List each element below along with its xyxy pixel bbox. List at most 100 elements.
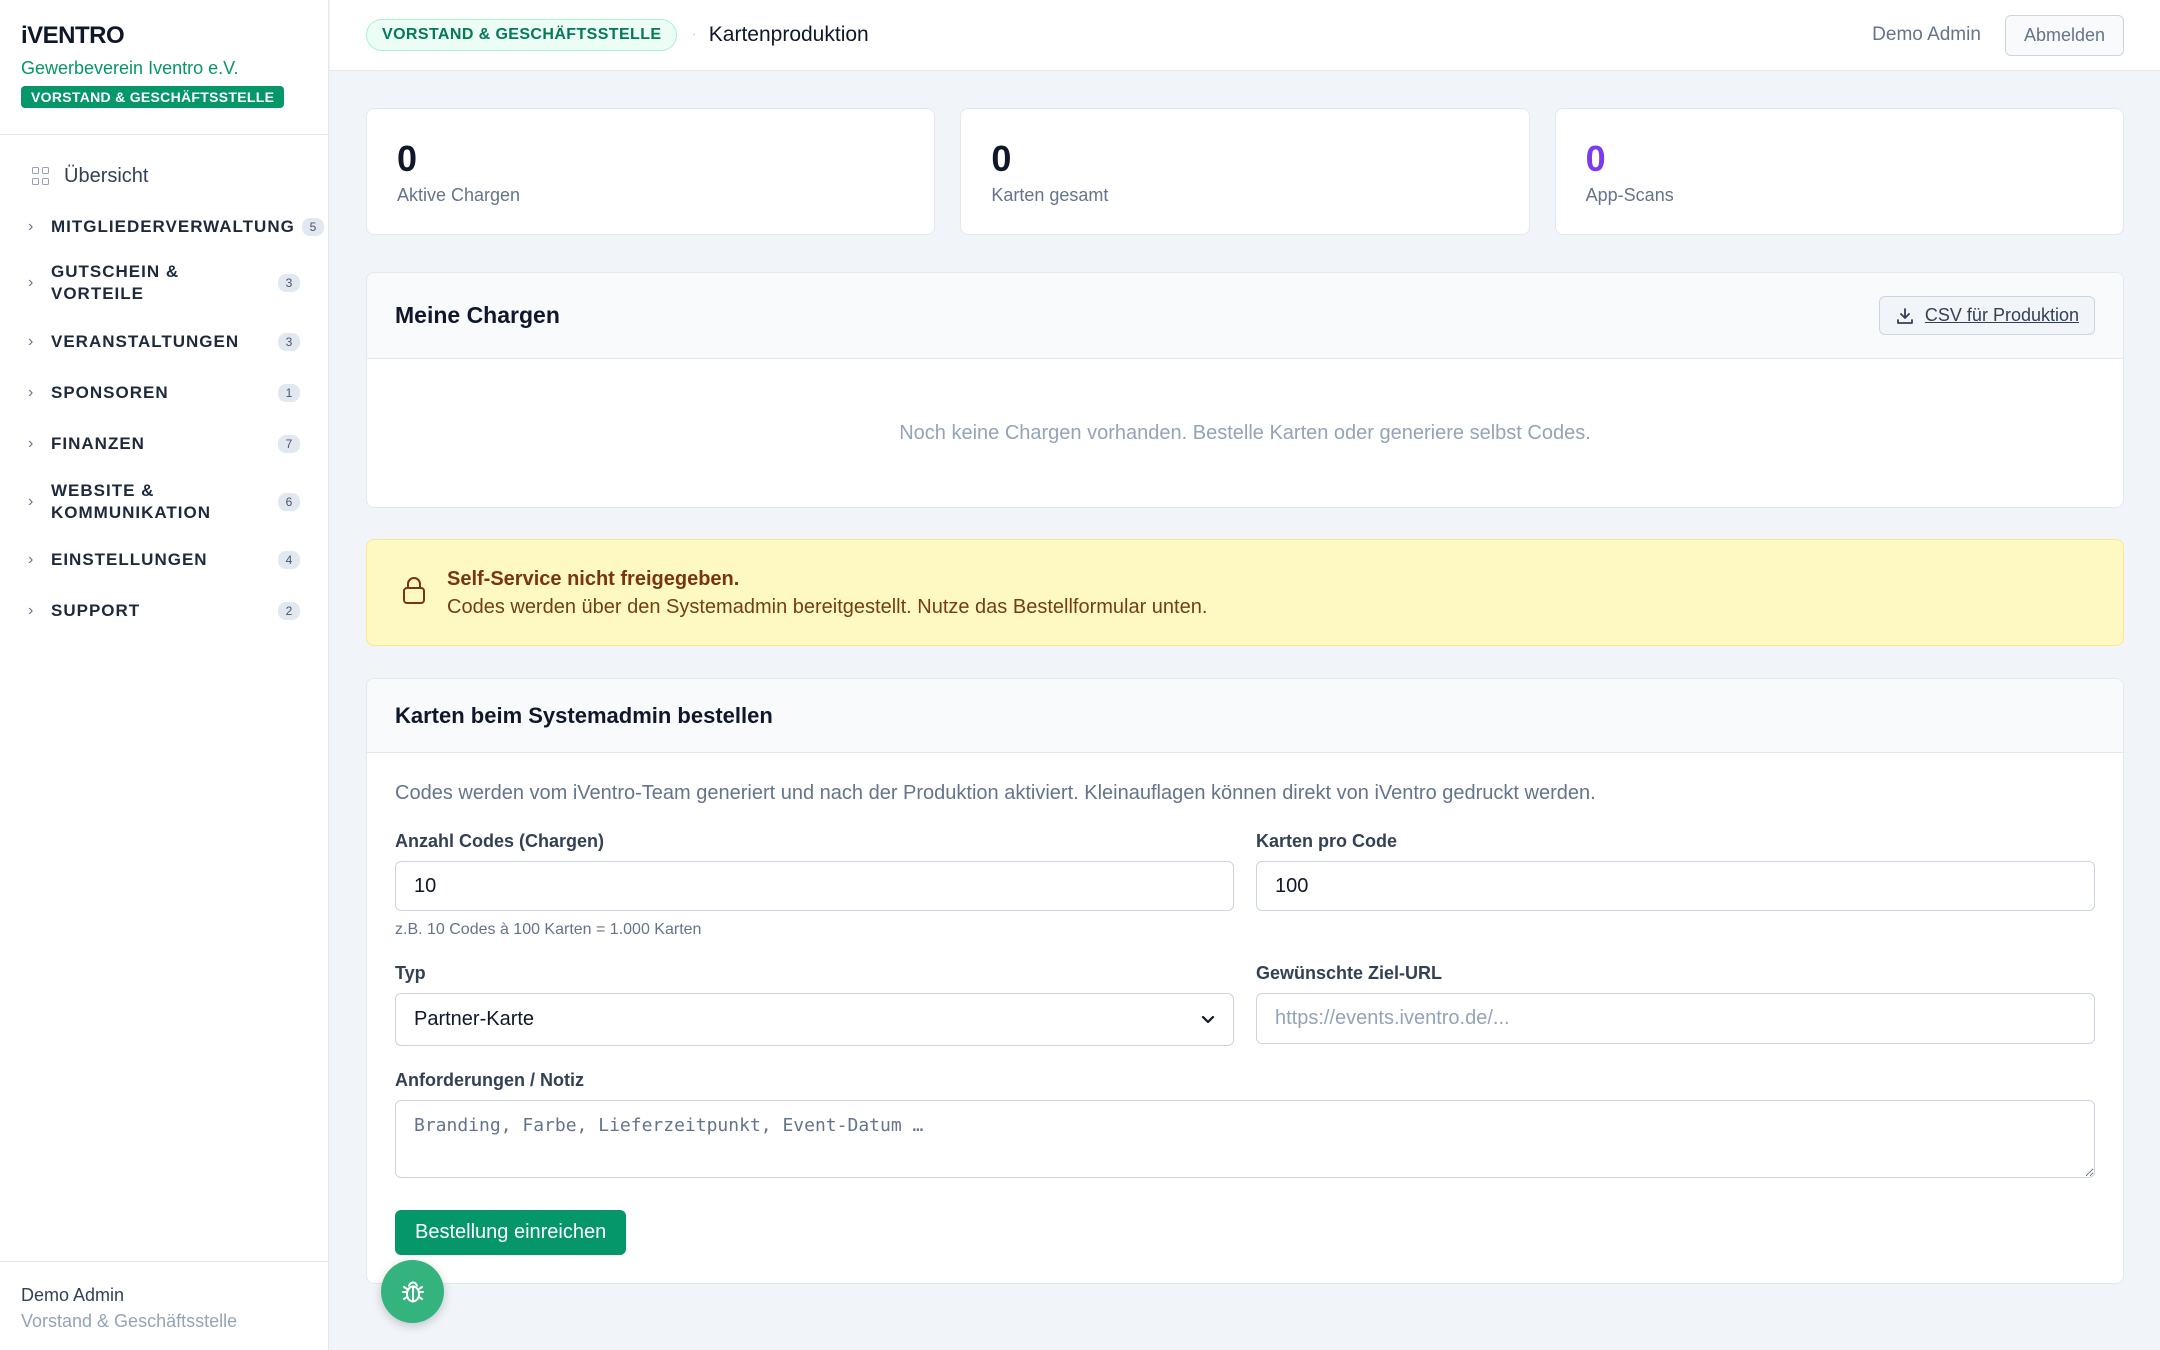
- form-group-codes: Anzahl Codes (Chargen) z.B. 10 Codes à 1…: [395, 829, 1234, 939]
- role-pill: VORSTAND & GESCHÄFTSSTELLE: [366, 19, 678, 51]
- note-textarea[interactable]: [395, 1100, 2095, 1178]
- submit-order-button[interactable]: Bestellung einreichen: [395, 1210, 627, 1255]
- count-badge: 2: [278, 602, 300, 620]
- form-group-cards-per-code: Karten pro Code: [1256, 829, 2095, 939]
- chevron-right-icon: ›: [28, 435, 35, 452]
- chevron-right-icon: ›: [28, 602, 35, 619]
- target-url-input[interactable]: [1256, 993, 2095, 1044]
- sidebar-group-label: EINSTELLUNGEN: [51, 550, 208, 569]
- organization-name: Gewerbeverein Iventro e.V.: [21, 58, 239, 78]
- sidebar-group-label: FINANZEN: [51, 434, 145, 453]
- empty-state: Noch keine Chargen vorhanden. Bestelle K…: [899, 421, 1591, 444]
- chevron-right-icon: ›: [28, 551, 35, 568]
- section-title: Meine Chargen: [395, 302, 560, 328]
- stat-card-app-scans: 0 App-Scans: [1554, 108, 2124, 235]
- sidebar-item-overview[interactable]: Übersicht: [0, 153, 328, 199]
- chevron-right-icon: ›: [28, 384, 35, 401]
- batches-card-header: Meine Chargen CSV für Produktion: [367, 273, 2123, 359]
- sidebar-user-info: Demo Admin Vorstand & Geschäftsstelle: [0, 1261, 328, 1350]
- grid-icon: [32, 167, 50, 185]
- role-badge: VORSTAND & GESCHÄFTSSTELLE: [21, 86, 285, 108]
- chevron-right-icon: ›: [28, 218, 35, 235]
- cards-per-code-input[interactable]: [1256, 861, 2095, 911]
- stat-card-total-cards: 0 Karten gesamt: [960, 108, 1530, 235]
- stat-card-active-batches: 0 Aktive Chargen: [366, 108, 936, 235]
- download-icon: [1895, 306, 1915, 326]
- sidebar: iVENTRO Gewerbeverein Iventro e.V. VORST…: [0, 0, 329, 1350]
- sidebar-group-label: MITGLIEDERVERWALTUNG: [51, 217, 295, 236]
- count-badge: 3: [278, 333, 300, 351]
- field-label: Gewünschte Ziel-URL: [1256, 963, 1443, 983]
- form-row: Typ Partner-Karte Gewünschte Ziel-URL: [395, 961, 2095, 1046]
- alert-title: Self-Service nicht freigegeben.: [447, 567, 740, 590]
- breadcrumb-separator: ·: [691, 26, 697, 43]
- count-badge: 4: [278, 551, 300, 569]
- stat-value: 0: [1585, 138, 1606, 179]
- section-title: Karten beim Systemadmin bestellen: [395, 702, 773, 728]
- count-badge: 1: [278, 384, 300, 402]
- form-row: Anzahl Codes (Chargen) z.B. 10 Codes à 1…: [395, 829, 2095, 939]
- count-badge: 3: [278, 274, 300, 292]
- chevron-right-icon: ›: [28, 493, 35, 510]
- csv-export-label: CSV für Produktion: [1924, 305, 2079, 325]
- field-label: Anforderungen / Notiz: [395, 1070, 584, 1090]
- type-select[interactable]: Partner-Karte: [395, 993, 1234, 1046]
- count-badge: 6: [278, 493, 300, 511]
- sidebar-group-label: GUTSCHEIN & VORTEILE: [51, 262, 180, 303]
- user-role: Vorstand & Geschäftsstelle: [21, 1311, 238, 1331]
- sidebar-nav: Übersicht › MITGLIEDERVERWALTUNG 5 › GUT…: [0, 135, 328, 633]
- sidebar-group-finance[interactable]: › FINANZEN 7: [0, 422, 328, 466]
- csv-export-button[interactable]: CSV für Produktion: [1878, 296, 2095, 335]
- chevron-right-icon: ›: [28, 274, 35, 291]
- order-card: Karten beim Systemadmin bestellen Codes …: [366, 678, 2124, 1284]
- brand-block: iVENTRO Gewerbeverein Iventro e.V. VORST…: [0, 0, 328, 135]
- field-hint: z.B. 10 Codes à 100 Karten = 1.000 Karte…: [395, 921, 702, 938]
- sidebar-group-vouchers[interactable]: › GUTSCHEIN & VORTEILE 3: [0, 253, 328, 313]
- lock-icon: [401, 575, 427, 610]
- order-card-header: Karten beim Systemadmin bestellen: [367, 679, 2123, 753]
- selected-value: Partner-Karte: [414, 1008, 535, 1030]
- codes-count-input[interactable]: [395, 861, 1234, 911]
- top-bar: VORSTAND & GESCHÄFTSSTELLE · Kartenprodu…: [330, 0, 2160, 71]
- field-label: Anzahl Codes (Chargen): [395, 831, 605, 851]
- stat-label: App-Scans: [1585, 185, 1674, 205]
- sidebar-group-label: VERANSTALTUNGEN: [51, 332, 240, 351]
- stat-value: 0: [397, 138, 418, 179]
- sidebar-group-label: SPONSOREN: [51, 383, 169, 402]
- sidebar-group-settings[interactable]: › EINSTELLUNGEN 4: [0, 538, 328, 582]
- sidebar-group-support[interactable]: › SUPPORT 2: [0, 589, 328, 633]
- stats-row: 0 Aktive Chargen 0 Karten gesamt 0 App-S…: [366, 108, 2124, 235]
- form-group-type: Typ Partner-Karte: [395, 961, 1234, 1046]
- stat-label: Karten gesamt: [991, 185, 1109, 205]
- sidebar-group-label: WEBSITE & KOMMUNIKATION: [51, 481, 211, 522]
- chevron-down-icon: [1201, 1015, 1215, 1025]
- sidebar-group-website[interactable]: › WEBSITE & KOMMUNIKATION 6: [0, 472, 328, 532]
- count-badge: 7: [278, 435, 300, 453]
- user-name: Demo Admin: [21, 1285, 125, 1305]
- bug-report-button[interactable]: [381, 1260, 444, 1323]
- order-form: Codes werden vom iVentro-Team generiert …: [367, 753, 2123, 1283]
- sidebar-item-label: Übersicht: [64, 164, 149, 187]
- chevron-right-icon: ›: [28, 333, 35, 350]
- sidebar-group-members[interactable]: › MITGLIEDERVERWALTUNG 5: [0, 205, 328, 249]
- field-label: Karten pro Code: [1256, 831, 1398, 851]
- sidebar-group-sponsors[interactable]: › SPONSOREN 1: [0, 371, 328, 415]
- stat-label: Aktive Chargen: [397, 185, 521, 205]
- alert-text: Codes werden über den Systemadmin bereit…: [447, 595, 1208, 618]
- logout-button[interactable]: Abmelden: [2004, 14, 2124, 56]
- sidebar-group-label: SUPPORT: [51, 601, 141, 620]
- main-content: 0 Aktive Chargen 0 Karten gesamt 0 App-S…: [366, 108, 2124, 1284]
- sidebar-group-events[interactable]: › VERANSTALTUNGEN 3: [0, 320, 328, 364]
- field-label: Typ: [395, 963, 426, 983]
- batches-card: Meine Chargen CSV für Produktion Noch ke…: [366, 272, 2124, 508]
- form-group-note: Anforderungen / Notiz: [395, 1068, 2095, 1183]
- form-group-target-url: Gewünschte Ziel-URL: [1256, 961, 2095, 1046]
- self-service-alert: Self-Service nicht freigegeben. Codes we…: [366, 539, 2124, 646]
- count-badge: 5: [302, 218, 324, 236]
- page-title: Kartenproduktion: [708, 23, 869, 46]
- brand-logo[interactable]: iVENTRO: [21, 22, 307, 50]
- user-menu: Demo Admin Abmelden: [1872, 14, 2124, 56]
- bug-icon: [399, 1278, 427, 1306]
- order-description: Codes werden vom iVentro-Team generiert …: [395, 782, 1596, 804]
- current-user: Demo Admin: [1872, 24, 1981, 45]
